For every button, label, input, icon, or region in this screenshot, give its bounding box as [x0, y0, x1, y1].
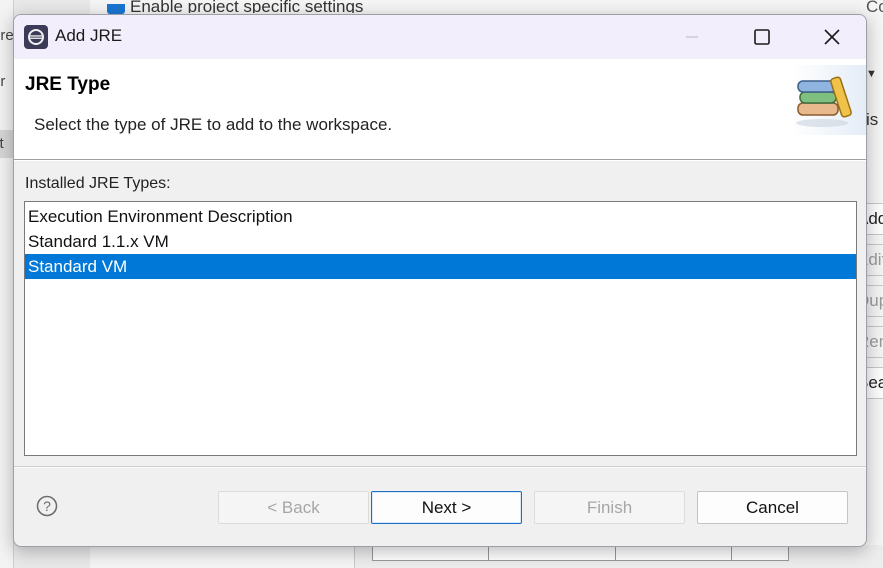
background-left-fragment: st	[0, 130, 14, 158]
jre-types-list[interactable]: Execution Environment Description Standa…	[24, 201, 857, 456]
list-item-selected[interactable]: Standard VM	[25, 254, 856, 279]
background-right-text: is	[866, 110, 879, 129]
page-title: JRE Type	[25, 74, 111, 95]
maximize-button[interactable]	[727, 15, 797, 59]
eclipse-app-icon	[24, 25, 48, 49]
minimize-icon	[686, 36, 698, 38]
background-checkbox[interactable]	[107, 4, 125, 14]
background-top-right-text: Co	[866, 0, 883, 13]
close-button[interactable]	[797, 15, 866, 59]
list-item[interactable]: Execution Environment Description	[25, 204, 856, 229]
background-left-fragment: ere	[0, 27, 14, 44]
background-left-fragment: er	[0, 73, 6, 90]
background-left-pane: ere er st	[0, 0, 14, 568]
title-bar[interactable]: Add JRE	[14, 15, 866, 59]
finish-button[interactable]: Finish	[534, 491, 685, 524]
back-button[interactable]: < Back	[218, 491, 369, 524]
background-table	[372, 545, 789, 561]
cancel-button[interactable]: Cancel	[697, 491, 848, 524]
header-separator-highlight	[14, 160, 866, 161]
button-bar-separator-highlight	[14, 467, 866, 468]
background-dropdown-arrow-icon[interactable]: ▼	[866, 68, 877, 80]
svg-text:?: ?	[43, 498, 51, 514]
wizard-header: JRE Type Select the type of JRE to add t…	[14, 59, 866, 159]
list-item[interactable]: Standard 1.1.x VM	[25, 229, 856, 254]
minimize-button[interactable]	[657, 15, 727, 59]
books-icon	[792, 65, 866, 135]
next-button[interactable]: Next >	[371, 491, 522, 524]
background-top-text: Enable project specific settings	[130, 0, 364, 13]
add-jre-dialog: Add JRE JRE Type Select the type of JRE …	[13, 14, 867, 547]
jre-types-label: Installed JRE Types:	[25, 175, 171, 192]
help-icon[interactable]: ?	[36, 495, 58, 517]
close-icon	[824, 29, 840, 45]
page-description: Select the type of JRE to add to the wor…	[34, 115, 393, 134]
window-title: Add JRE	[55, 26, 123, 45]
maximize-icon	[754, 29, 770, 45]
